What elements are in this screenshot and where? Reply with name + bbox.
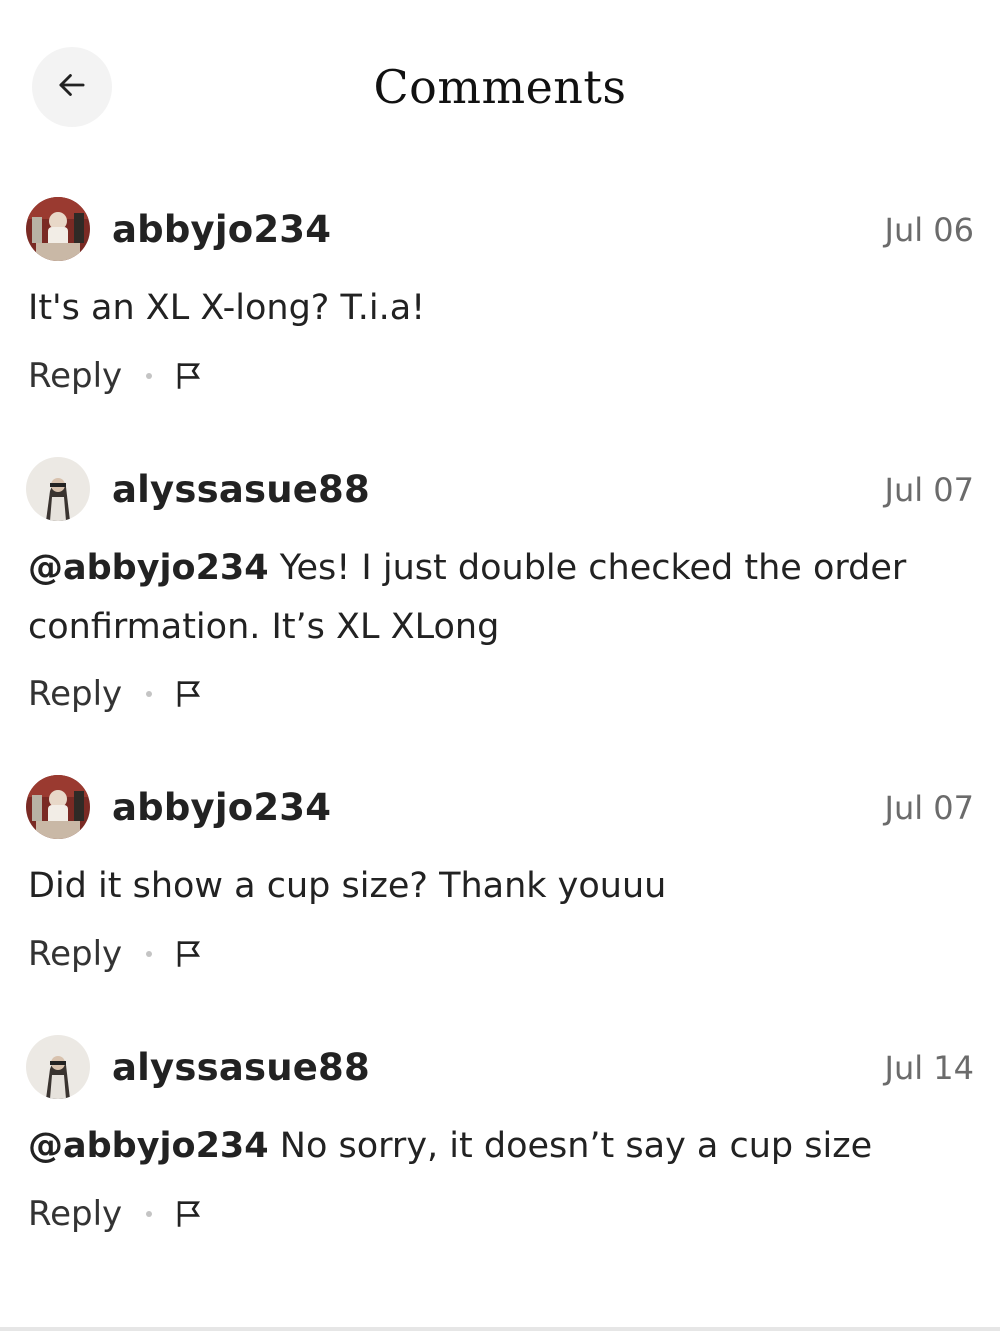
- username[interactable]: alyssasue88: [112, 468, 370, 511]
- comment-item: abbyjo234 Jul 06 It's an XL X-long? T.i.…: [0, 197, 1000, 407]
- comment-actions: Reply: [28, 930, 206, 978]
- comment-date: Jul 07: [884, 471, 975, 509]
- avatar[interactable]: [26, 1035, 90, 1099]
- reply-button[interactable]: Reply: [28, 1194, 122, 1234]
- comment-body: Did it show a cup size? Thank youuu: [28, 866, 667, 906]
- comment-item: alyssasue88 Jul 07 @abbyjo234 Yes! I jus…: [0, 457, 1000, 717]
- page-title: Comments: [373, 60, 627, 114]
- comment-header: abbyjo234: [26, 197, 331, 261]
- flag-icon[interactable]: [172, 1197, 206, 1231]
- flag-icon[interactable]: [172, 937, 206, 971]
- separator-dot: [146, 951, 153, 957]
- comment-item: abbyjo234 Jul 07 Did it show a cup size?…: [0, 775, 1000, 985]
- comment-header: alyssasue88: [26, 457, 370, 521]
- avatar[interactable]: [26, 197, 90, 261]
- comment-date: Jul 07: [884, 789, 975, 827]
- reply-button[interactable]: Reply: [28, 356, 122, 396]
- comments-screen: Comments abbyjo234 Jul 06 It's an XL X-l…: [0, 0, 1000, 1331]
- comment-header: abbyjo234: [26, 775, 331, 839]
- username[interactable]: abbyjo234: [112, 786, 331, 829]
- reply-button[interactable]: Reply: [28, 674, 122, 714]
- comment-body: No sorry, it doesn’t say a cup size: [268, 1126, 873, 1166]
- reply-button[interactable]: Reply: [28, 934, 122, 974]
- comment-actions: Reply: [28, 670, 206, 718]
- separator-dot: [146, 373, 153, 379]
- comment-date: Jul 14: [884, 1049, 975, 1087]
- comment-header: alyssasue88: [26, 1035, 370, 1099]
- comment-actions: Reply: [28, 1190, 206, 1238]
- mention-link[interactable]: @abbyjo234: [28, 1126, 269, 1166]
- comment-text: It's an XL X-long? T.i.a!: [28, 279, 948, 338]
- comment-text: Did it show a cup size? Thank youuu: [28, 857, 948, 916]
- comment-text: @abbyjo234 Yes! I just double checked th…: [28, 539, 948, 657]
- flag-icon[interactable]: [172, 359, 206, 393]
- comment-item: alyssasue88 Jul 14 @abbyjo234 No sorry, …: [0, 1035, 1000, 1245]
- username[interactable]: abbyjo234: [112, 208, 331, 251]
- comment-actions: Reply: [28, 352, 206, 400]
- avatar[interactable]: [26, 775, 90, 839]
- bottom-divider: [0, 1327, 1000, 1331]
- comment-date: Jul 06: [884, 211, 975, 249]
- username[interactable]: alyssasue88: [112, 1046, 370, 1089]
- separator-dot: [146, 691, 153, 697]
- avatar[interactable]: [26, 457, 90, 521]
- flag-icon[interactable]: [172, 677, 206, 711]
- comment-body: It's an XL X-long? T.i.a!: [28, 288, 426, 328]
- separator-dot: [146, 1211, 153, 1217]
- comment-text: @abbyjo234 No sorry, it doesn’t say a cu…: [28, 1117, 948, 1176]
- mention-link[interactable]: @abbyjo234: [28, 548, 269, 588]
- header: Comments: [0, 0, 1000, 170]
